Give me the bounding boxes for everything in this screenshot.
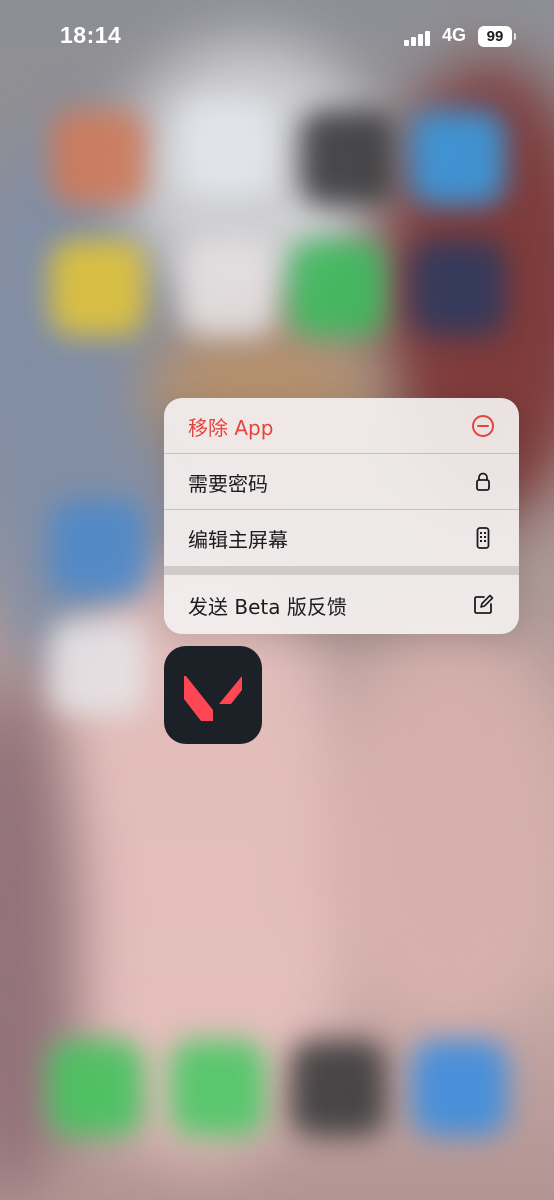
send-beta-feedback-menu-item[interactable]: 发送 Beta 版反馈 — [164, 576, 519, 634]
wallpaper-blur — [320, 620, 554, 1040]
blurred-app-icon — [180, 100, 276, 196]
battery-tip — [514, 33, 516, 40]
edit-home-screen-menu-item[interactable]: 编辑主屏幕 — [164, 510, 519, 566]
battery-indicator: 99 — [478, 26, 512, 47]
require-password-menu-item[interactable]: 需要密码 — [164, 454, 519, 510]
lock-icon — [471, 470, 495, 494]
blurred-dock-icon — [170, 1040, 266, 1136]
menu-item-label: 发送 Beta 版反馈 — [188, 594, 347, 619]
blurred-dock-icon — [290, 1040, 386, 1136]
valorant-app-icon[interactable] — [164, 646, 262, 744]
app-context-menu: 移除 App 需要密码 编辑主屏幕 发送 Beta 版反馈 — [164, 398, 519, 634]
blurred-app-icon — [410, 110, 506, 206]
home-screen: 18:14 4G 99 移除 App 需要密码 编辑主屏幕 发送 Beta 版反… — [0, 0, 554, 1200]
phone-apps-icon — [471, 526, 495, 550]
menu-item-label: 移除 App — [188, 415, 274, 440]
minus-circle-icon — [471, 414, 495, 438]
cellular-signal-icon — [404, 30, 434, 46]
compose-icon — [471, 593, 495, 617]
status-bar: 18:14 4G 99 — [0, 0, 554, 74]
menu-item-label: 编辑主屏幕 — [188, 527, 288, 552]
blurred-dock-icon — [48, 1040, 144, 1136]
menu-group-divider — [164, 566, 519, 575]
blurred-app-icon — [50, 110, 146, 206]
blurred-app-icon — [290, 240, 386, 336]
remove-app-menu-item[interactable]: 移除 App — [164, 398, 519, 454]
blurred-app-icon — [180, 240, 276, 336]
network-type: 4G — [442, 25, 467, 45]
blurred-dock-icon — [412, 1040, 508, 1136]
blurred-app-icon — [50, 240, 146, 336]
status-time: 18:14 — [60, 22, 122, 48]
valorant-logo-icon — [184, 676, 242, 721]
blurred-app-icon — [410, 240, 506, 336]
blurred-app-icon — [50, 500, 146, 596]
menu-item-label: 需要密码 — [188, 471, 268, 496]
blurred-app-icon — [300, 110, 396, 206]
blurred-app-icon — [50, 620, 146, 716]
